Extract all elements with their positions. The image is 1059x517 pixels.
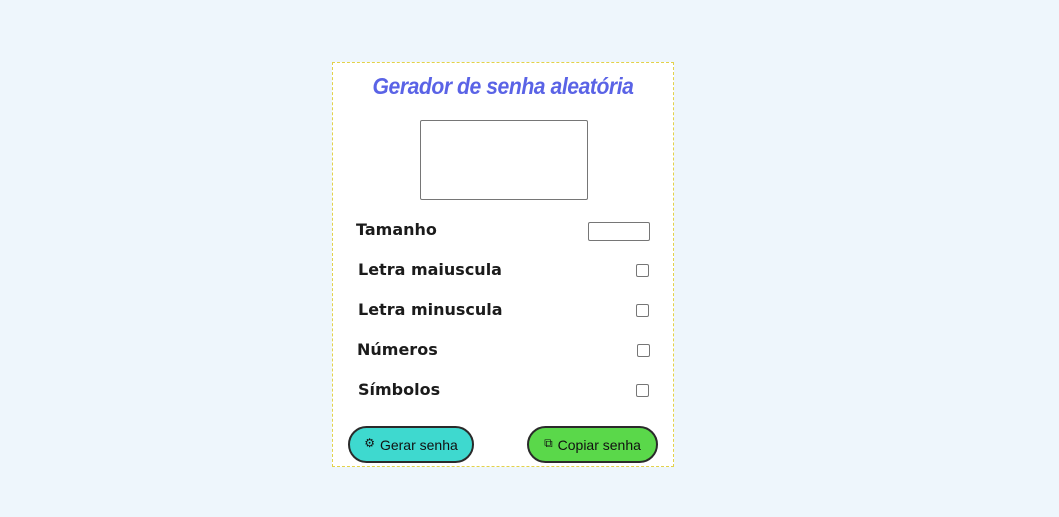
copy-icon: ⧉	[544, 435, 553, 450]
generate-password-button[interactable]: ⚙ Gerar senha	[348, 426, 474, 463]
lowercase-label: Letra minuscula	[358, 300, 503, 319]
uppercase-label: Letra maiuscula	[358, 260, 502, 279]
symbols-label: Símbolos	[358, 380, 441, 399]
length-label: Tamanho	[356, 220, 437, 239]
numbers-label: Números	[357, 340, 438, 359]
password-output[interactable]	[420, 120, 588, 200]
copy-password-label: Copiar senha	[557, 436, 641, 453]
gear-icon: ⚙	[364, 435, 375, 450]
length-input[interactable]	[588, 222, 650, 241]
page-title: Gerador de senha aleatória	[372, 73, 634, 99]
symbols-checkbox[interactable]	[636, 384, 649, 397]
generate-password-label: Gerar senha	[379, 436, 458, 453]
generator-card: Gerador de senha aleatória Tamanho Letra…	[332, 62, 674, 467]
uppercase-checkbox[interactable]	[636, 264, 649, 277]
lowercase-checkbox[interactable]	[636, 304, 649, 317]
copy-password-button[interactable]: ⧉ Copiar senha	[527, 426, 658, 463]
numbers-checkbox[interactable]	[637, 344, 650, 357]
